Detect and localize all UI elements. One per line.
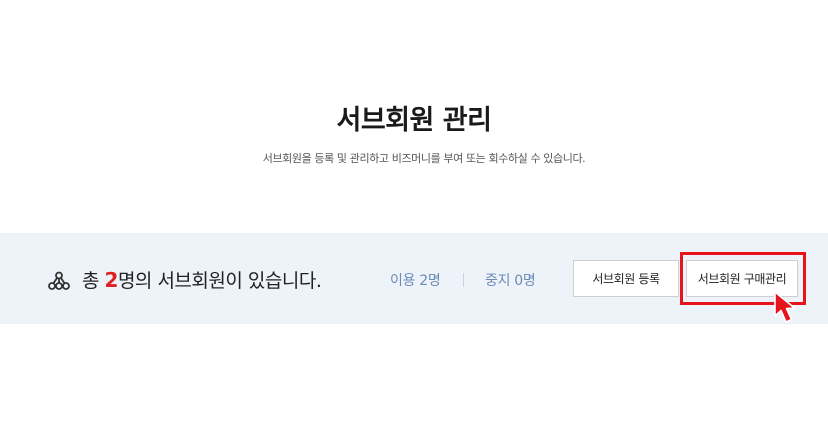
subaccount-count: 2 [104,268,119,292]
summary-suffix: 명의 서브회원이 있습니다. [117,270,322,292]
subaccount-summary: 총 2명의 서브회원이 있습니다. [82,266,322,293]
page: 서브회원 관리 서브회원을 등록 및 관리하고 비즈머니를 부여 또는 회수하실… [0,0,828,435]
active-count: 이용 2명 [390,273,441,289]
org-chart-icon [48,271,70,290]
page-title: 서브회원 관리 [336,105,492,136]
stat-divider [463,273,464,287]
register-subaccount-button[interactable]: 서브회원 등록 [573,260,679,297]
page-description: 서브회원을 등록 및 관리하고 비즈머니를 부여 또는 회수하실 수 있습니다. [262,152,586,165]
cursor-arrow-icon [774,291,796,323]
summary-prefix: 총 [82,270,105,292]
paused-count: 중지 0명 [485,273,536,289]
